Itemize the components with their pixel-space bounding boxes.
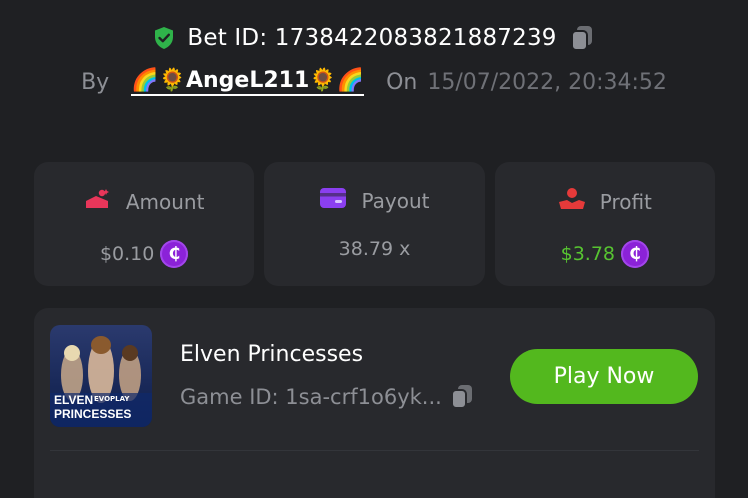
bet-id-text: Bet ID: 1738422083821887239 bbox=[187, 25, 557, 51]
thumb-brand-text: EVOPLAY bbox=[94, 395, 130, 403]
game-id-text: Game ID: 1sa-crf1o6yk... bbox=[180, 385, 442, 409]
copy-bet-id-icon[interactable] bbox=[569, 24, 595, 52]
game-name[interactable]: Elven Princesses bbox=[180, 342, 363, 367]
thumb-title-line1: ELVEN bbox=[54, 393, 94, 407]
on-label: On bbox=[386, 69, 418, 95]
profit-hand-icon bbox=[558, 187, 586, 216]
amount-label: Amount bbox=[125, 189, 205, 214]
bet-stats: Amount $0.10 ₵ Payout 38.79 x Profit $3.… bbox=[34, 162, 715, 286]
payout-value-row: 38.79 x bbox=[339, 238, 411, 260]
amount-header: Amount bbox=[84, 187, 205, 216]
bet-id-row: Bet ID: 1738422083821887239 bbox=[0, 24, 748, 52]
username-link[interactable]: 🌈🌻AngeL211🌻🌈 bbox=[131, 68, 365, 96]
amount-value: $0.10 bbox=[99, 243, 155, 265]
profit-value-row: $3.78 ₵ bbox=[560, 240, 650, 268]
profit-value: $3.78 bbox=[560, 243, 616, 265]
play-now-button[interactable]: Play Now bbox=[510, 349, 698, 404]
amount-value-row: $0.10 ₵ bbox=[99, 240, 189, 268]
by-label: By bbox=[81, 69, 110, 95]
payout-card: Payout 38.79 x bbox=[264, 162, 485, 286]
thumb-title-line2: PRINCESSES bbox=[54, 407, 132, 421]
copy-game-id-icon[interactable] bbox=[450, 384, 474, 410]
game-card: EVOPLAY ELVEN PRINCESSES Elven Princesse… bbox=[34, 308, 715, 498]
profit-header: Profit bbox=[558, 187, 652, 216]
payout-value: 38.79 x bbox=[338, 238, 411, 260]
profit-label: Profit bbox=[599, 189, 652, 214]
author-row: By 🌈🌻AngeL211🌻🌈 On 15/07/2022, 20:34:52 bbox=[0, 68, 748, 96]
profit-card: Profit $3.78 ₵ bbox=[494, 162, 715, 286]
bet-datetime: 15/07/2022, 20:34:52 bbox=[427, 69, 667, 95]
amount-card: Amount $0.10 ₵ bbox=[34, 162, 255, 286]
currency-coin-icon: ₵ bbox=[621, 240, 650, 268]
currency-coin-icon: ₵ bbox=[160, 240, 189, 268]
game-id-row: Game ID: 1sa-crf1o6yk... bbox=[180, 384, 474, 410]
coins-hand-icon bbox=[84, 187, 112, 216]
game-thumbnail[interactable]: EVOPLAY ELVEN PRINCESSES bbox=[50, 325, 152, 427]
payout-header: Payout bbox=[319, 187, 430, 214]
payout-label: Payout bbox=[361, 188, 430, 213]
divider bbox=[50, 450, 699, 451]
verified-shield-icon bbox=[153, 26, 175, 50]
wallet-card-icon bbox=[319, 187, 347, 214]
